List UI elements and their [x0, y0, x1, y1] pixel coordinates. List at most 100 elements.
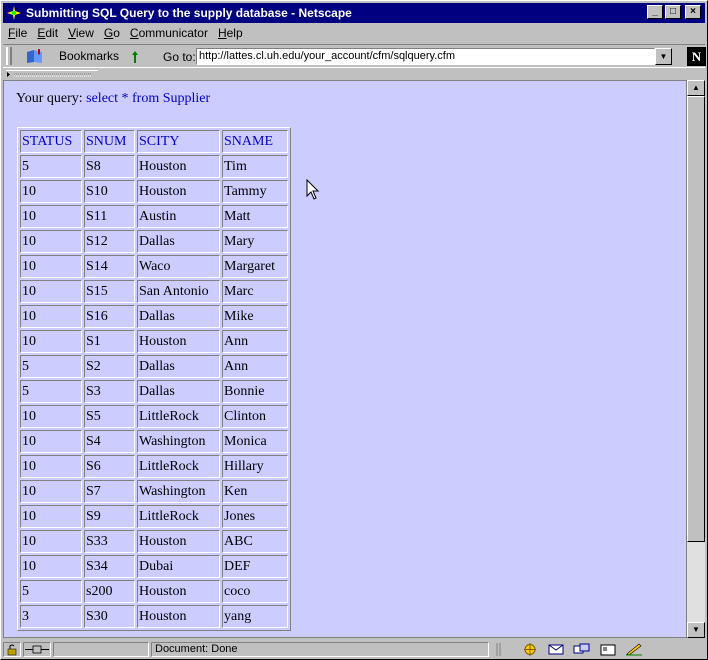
minimize-button[interactable]: _ — [647, 5, 663, 19]
cell-snum: S34 — [84, 555, 135, 578]
scroll-down-button[interactable]: ▼ — [687, 622, 705, 638]
cell-snum: S33 — [84, 530, 135, 553]
menu-view-label: iew — [75, 26, 94, 40]
column-header-scity: SCITY — [137, 130, 220, 153]
cell-snum: s200 — [84, 580, 135, 603]
cell-scity: Houston — [137, 605, 220, 628]
cell-status: 5 — [20, 580, 82, 603]
menu-communicator-label: ommunicator — [138, 26, 208, 40]
query-label: Your query: — [16, 91, 83, 106]
cell-status: 10 — [20, 230, 82, 253]
close-button[interactable]: × — [685, 5, 701, 19]
cell-scity: Houston — [137, 530, 220, 553]
cell-sname: Tammy — [222, 180, 288, 203]
menu-communicator[interactable]: Communicator — [125, 26, 213, 40]
cell-scity: Washington — [137, 480, 220, 503]
cell-sname: Bonnie — [222, 380, 288, 403]
cell-scity: Houston — [137, 580, 220, 603]
cell-scity: San Antonio — [137, 280, 220, 303]
cell-status: 10 — [20, 480, 82, 503]
table-row: 10 S5 LittleRock Clinton — [20, 405, 288, 428]
cell-scity: Dallas — [137, 305, 220, 328]
cell-snum: S4 — [84, 430, 135, 453]
cell-snum: S6 — [84, 455, 135, 478]
cell-sname: yang — [222, 605, 288, 628]
menu-view[interactable]: View — [63, 26, 99, 40]
title-bar[interactable]: Submitting SQL Query to the supply datab… — [3, 3, 705, 23]
cell-scity: Dubai — [137, 555, 220, 578]
menu-go-mnemonic: G — [103, 26, 114, 40]
table-row: 10 S7 Washington Ken — [20, 480, 288, 503]
table-row: 10 S33 Houston ABC — [20, 530, 288, 553]
cell-status: 10 — [20, 305, 82, 328]
menu-view-mnemonic: V — [68, 26, 76, 40]
column-header-sname: SNAME — [222, 130, 288, 153]
cell-scity: Austin — [137, 205, 220, 228]
cell-snum: S7 — [84, 480, 135, 503]
cell-status: 3 — [20, 605, 82, 628]
status-bar: Document: Done — [3, 640, 705, 659]
page-location-icon[interactable] — [129, 50, 141, 64]
cell-status: 10 — [20, 555, 82, 578]
progress-bar — [53, 642, 149, 657]
table-row: 10 S15 San Antonio Marc — [20, 280, 288, 303]
menu-edit-label: dit — [45, 26, 59, 40]
cell-scity: Waco — [137, 255, 220, 278]
cell-snum: S12 — [84, 230, 135, 253]
table-row: 10 S16 Dallas Mike — [20, 305, 288, 328]
cell-sname: Jones — [222, 505, 288, 528]
discussion-groups-icon[interactable] — [573, 643, 591, 656]
table-row: 10 S12 Dallas Mary — [20, 230, 288, 253]
cell-scity: Dallas — [137, 380, 220, 403]
arrow-down-icon: ▼ — [692, 625, 700, 634]
cell-status: 10 — [20, 180, 82, 203]
scroll-thumb[interactable] — [687, 96, 705, 542]
cell-snum: S15 — [84, 280, 135, 303]
table-row: 5 S2 Dallas Ann — [20, 355, 288, 378]
component-bar — [491, 642, 679, 657]
status-message-field: Document: Done — [151, 642, 489, 657]
table-header-row: STATUS SNUM SCITY SNAME — [20, 130, 288, 153]
bookmarks-button[interactable]: Bookmarks — [25, 48, 119, 64]
cell-sname: Matt — [222, 205, 288, 228]
composer-icon[interactable] — [625, 643, 643, 656]
toolbar-grip[interactable] — [6, 47, 12, 65]
connection-icon[interactable] — [23, 642, 51, 657]
toolbar-tab-strip — [3, 69, 705, 79]
cell-sname: coco — [222, 580, 288, 603]
vertical-scrollbar[interactable]: ▲ ▼ — [687, 80, 705, 638]
cell-snum: S2 — [84, 355, 135, 378]
component-bar-grip-icon[interactable] — [495, 643, 513, 656]
cell-status: 5 — [20, 155, 82, 178]
scroll-up-button[interactable]: ▲ — [687, 80, 705, 96]
menu-file-label: ile — [15, 26, 28, 40]
url-input[interactable]: http://lattes.cl.uh.edu/your_account/cfm… — [196, 48, 655, 65]
cell-sname: Mike — [222, 305, 288, 328]
cell-status: 5 — [20, 380, 82, 403]
menu-go[interactable]: Go — [99, 26, 125, 40]
address-book-icon[interactable] — [599, 643, 617, 656]
cell-sname: Monica — [222, 430, 288, 453]
cell-status: 10 — [20, 405, 82, 428]
url-dropdown-button[interactable]: ▼ — [655, 48, 672, 65]
query-line: Your query: select * from Supplier — [16, 91, 210, 107]
mail-icon[interactable] — [547, 643, 565, 656]
table-row: 5 S3 Dallas Bonnie — [20, 380, 288, 403]
menu-help[interactable]: Help — [213, 26, 248, 40]
table-row: 10 S4 Washington Monica — [20, 430, 288, 453]
bookmarks-label: Bookmarks — [59, 49, 120, 63]
menu-file[interactable]: File — [3, 26, 32, 40]
cell-status: 10 — [20, 255, 82, 278]
cell-sname: Clinton — [222, 405, 288, 428]
toolbar-collapse-tab[interactable] — [6, 70, 98, 78]
cell-snum: S30 — [84, 605, 135, 628]
netscape-logo-icon[interactable]: N — [687, 47, 706, 66]
table-row: 3 S30 Houston yang — [20, 605, 288, 628]
security-lock-icon[interactable] — [3, 642, 21, 657]
cell-status: 10 — [20, 505, 82, 528]
menu-edit[interactable]: Edit — [32, 26, 63, 40]
maximize-button[interactable]: □ — [665, 5, 681, 19]
navigator-icon[interactable] — [521, 643, 539, 656]
menu-communicator-mnemonic: C — [129, 26, 139, 40]
table-row: 10 S1 Houston Ann — [20, 330, 288, 353]
